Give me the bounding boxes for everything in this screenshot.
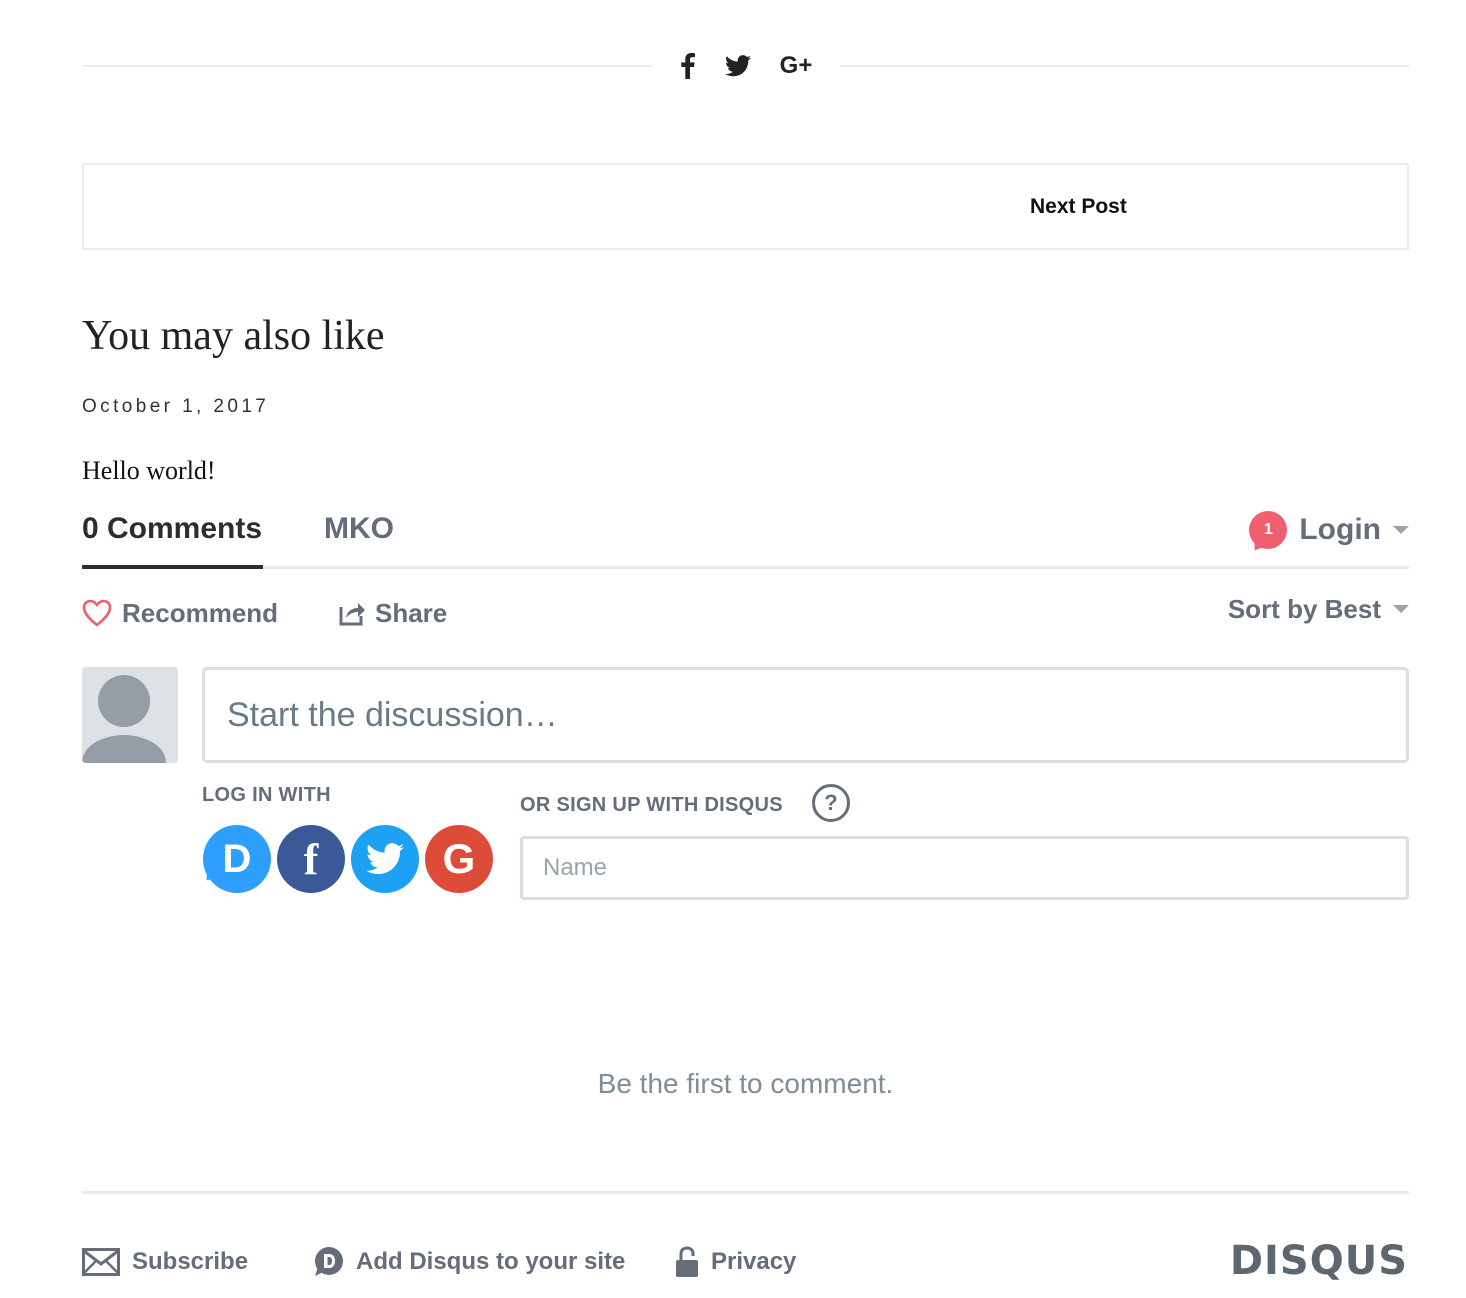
related-post-link[interactable]: Hello world!	[82, 456, 216, 486]
avatar	[82, 667, 178, 763]
envelope-icon	[82, 1248, 120, 1276]
active-tab-indicator	[82, 565, 263, 569]
disqus-logo[interactable]: DISQUS	[1230, 1238, 1408, 1284]
related-post-date: October 1, 2017	[82, 396, 270, 417]
subscribe-link[interactable]: Subscribe	[82, 1244, 248, 1280]
heart-icon	[82, 599, 112, 627]
disqus-login-icon[interactable]: D	[203, 825, 271, 893]
twitter-icon[interactable]	[724, 48, 752, 84]
share-bar: G+	[82, 40, 1409, 92]
recommend-label: Recommend	[122, 597, 279, 628]
disqus-d-icon	[315, 1247, 343, 1276]
login-with-label: LOG IN WITH	[202, 784, 331, 806]
add-disqus-link[interactable]: Add Disqus to your site	[312, 1244, 625, 1280]
footer-divider	[82, 1191, 1409, 1194]
help-icon[interactable]: ?	[812, 784, 850, 822]
post-navigation: Next Post	[82, 163, 1409, 250]
chevron-down-icon	[1393, 526, 1409, 534]
chevron-down-icon	[1393, 605, 1409, 613]
google-plus-icon[interactable]: G+	[776, 48, 816, 84]
google-login-icon[interactable]: G	[425, 825, 493, 893]
comment-input[interactable]	[202, 667, 1409, 763]
subscribe-label: Subscribe	[132, 1248, 249, 1275]
twitter-bird-icon	[366, 843, 404, 875]
nav-divider	[82, 566, 1409, 569]
notification-badge[interactable]: 1	[1249, 511, 1288, 549]
login-label: Login	[1299, 513, 1381, 546]
privacy-label: Privacy	[711, 1248, 797, 1275]
sort-label: Sort by Best	[1227, 593, 1381, 624]
lock-icon	[676, 1246, 698, 1277]
add-disqus-label: Add Disqus to your site	[356, 1248, 626, 1275]
next-post-link[interactable]: Next Post	[1030, 195, 1127, 219]
twitter-login-icon[interactable]	[351, 825, 419, 893]
share-label: Share	[375, 597, 448, 628]
sort-dropdown[interactable]: Sort by Best	[1228, 592, 1409, 626]
tab-comments[interactable]: 0 Comments	[82, 512, 262, 546]
divider-left	[82, 65, 652, 67]
disqus-nav: 0 Comments MKO 1 Login	[82, 500, 1409, 572]
login-menu[interactable]: 1 Login	[1249, 510, 1409, 550]
related-posts-heading: You may also like	[82, 313, 385, 359]
tab-community[interactable]: MKO	[324, 512, 394, 546]
empty-comments-message: Be the first to comment.	[597, 1068, 894, 1099]
divider-right	[840, 65, 1409, 67]
share-icon	[339, 603, 365, 626]
recommend-button[interactable]: Recommend	[82, 596, 278, 630]
name-field[interactable]	[520, 836, 1409, 900]
signup-label: OR SIGN UP WITH DISQUS	[520, 794, 783, 816]
share-button[interactable]: Share	[338, 596, 447, 630]
facebook-login-icon[interactable]: f	[277, 825, 345, 893]
privacy-link[interactable]: Privacy	[675, 1244, 796, 1280]
facebook-icon[interactable]	[676, 48, 700, 84]
